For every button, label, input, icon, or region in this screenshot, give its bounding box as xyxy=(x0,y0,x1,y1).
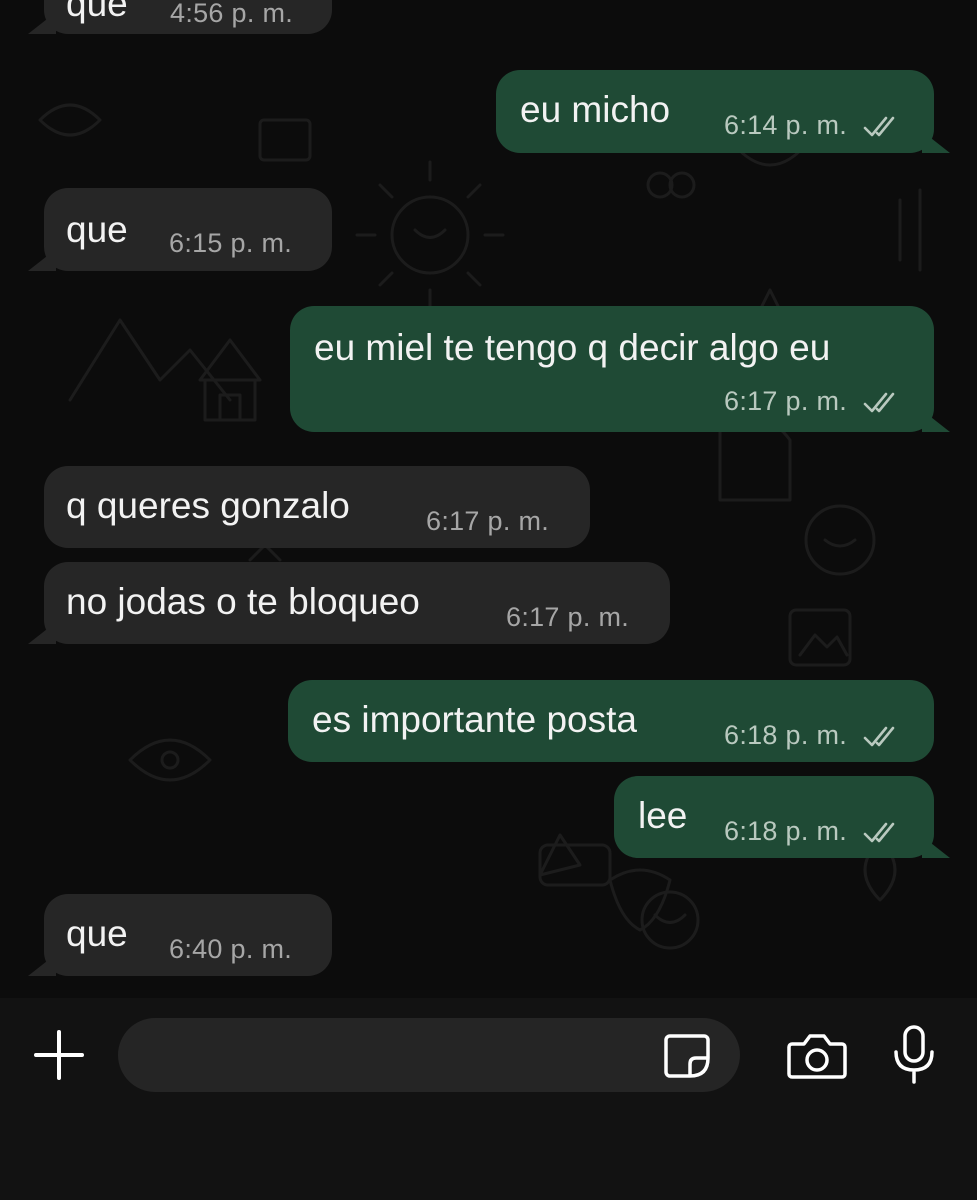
composer-bar xyxy=(0,998,977,1200)
message-timestamp: 6:40 p. m. xyxy=(169,934,293,964)
message-text: que xyxy=(66,913,128,954)
message-timestamp: 6:17 p. m. xyxy=(506,602,630,632)
sticker-icon[interactable] xyxy=(662,1032,712,1080)
message-text: que xyxy=(66,209,128,250)
message-bubble-outgoing[interactable]: es importante posta 6:18 p. m. xyxy=(288,680,934,762)
message-bubble-incoming[interactable]: que 6:15 p. m. xyxy=(28,188,332,271)
message-meta: 6:18 p. m. xyxy=(724,720,903,750)
message-bubble-incoming[interactable]: no jodas o te bloqueo 6:17 p. m. xyxy=(28,562,670,644)
message-input[interactable] xyxy=(118,1018,740,1092)
chat-area[interactable]: que 4:56 p. m. eu micho 6:14 p. m. que 6… xyxy=(0,0,977,998)
microphone-icon[interactable] xyxy=(890,1024,938,1086)
message-text: que xyxy=(66,0,128,24)
message-bubble-outgoing[interactable]: lee 6:18 p. m. xyxy=(614,776,950,858)
double-check-icon xyxy=(863,392,895,413)
message-timestamp: 6:15 p. m. xyxy=(169,228,293,258)
message-meta: 6:17 p. m. xyxy=(724,386,903,416)
message-meta: 6:14 p. m. xyxy=(724,110,903,140)
camera-icon[interactable] xyxy=(786,1032,848,1080)
message-bubble-incoming[interactable]: que 6:40 p. m. xyxy=(28,894,332,976)
message-text: no jodas o te bloqueo xyxy=(66,581,420,622)
message-meta: 6:18 p. m. xyxy=(724,816,903,846)
message-text: eu micho xyxy=(520,89,671,130)
double-check-icon xyxy=(863,726,895,747)
message-bubble-incoming[interactable]: que 4:56 p. m. xyxy=(28,0,332,34)
message-text: lee xyxy=(638,795,688,836)
plus-icon[interactable] xyxy=(32,1028,86,1082)
message-text: es importante posta xyxy=(312,699,637,740)
message-timestamp: 6:18 p. m. xyxy=(724,720,848,750)
message-timestamp: 6:17 p. m. xyxy=(724,386,848,416)
message-bubble-outgoing[interactable]: eu miel te tengo q decir algo eu 6:17 p.… xyxy=(290,306,950,432)
message-text: eu miel te tengo q decir algo eu xyxy=(314,327,831,368)
message-text: q queres gonzalo xyxy=(66,485,350,526)
message-bubble-incoming[interactable]: q queres gonzalo 6:17 p. m. xyxy=(44,466,590,548)
message-timestamp: 6:14 p. m. xyxy=(724,110,848,140)
message-timestamp: 4:56 p. m. xyxy=(170,0,294,28)
double-check-icon xyxy=(863,822,895,843)
message-timestamp: 6:17 p. m. xyxy=(426,506,550,536)
message-timestamp: 6:18 p. m. xyxy=(724,816,848,846)
message-bubble-outgoing[interactable]: eu micho 6:14 p. m. xyxy=(496,70,950,153)
double-check-icon xyxy=(863,116,895,137)
